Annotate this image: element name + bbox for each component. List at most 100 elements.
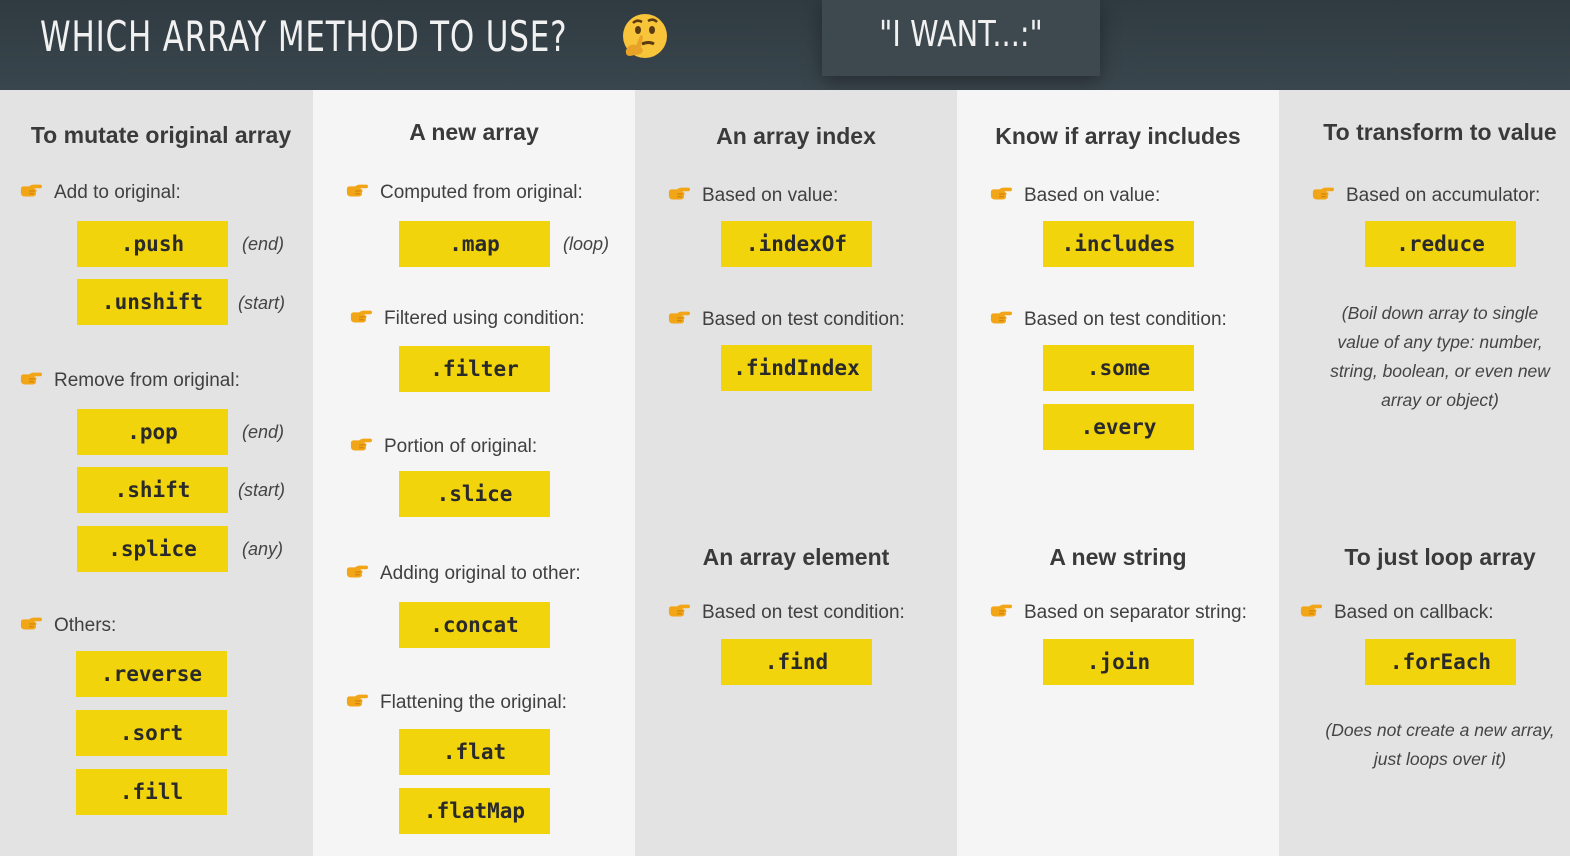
bullet-item: Add to original: [54, 182, 181, 204]
bullet-label: Based on value: [1024, 185, 1161, 206]
pointing-hand-icon [20, 616, 42, 632]
bullet-item: Filtered using condition: [384, 308, 585, 330]
method-filter: .filter [399, 346, 550, 392]
bullet-label: Based on value: [702, 185, 839, 206]
bullet-label: Add to original: [54, 182, 181, 203]
bullet-item: Adding original to other: [380, 563, 581, 585]
column-heading: A new array [409, 119, 539, 145]
bullet-label: Flattening the original: [380, 692, 567, 713]
bullet-label: Adding original to other: [380, 563, 581, 584]
description-line: array or object) [1381, 390, 1499, 410]
page-title: WHICH ARRAY METHOD TO USE? [40, 12, 568, 61]
method-join: .join [1043, 639, 1194, 685]
method-note: (end) [242, 234, 285, 254]
bullet-item: Based on test condition: [1024, 309, 1227, 331]
column-mutate: To mutate original array Add to original… [0, 90, 322, 856]
method-reverse: .reverse [76, 651, 227, 697]
header-bar: WHICH ARRAY METHOD TO USE? "I WANT...:" [0, 0, 1570, 90]
description-line: value of any type: number, [1337, 332, 1543, 352]
bullet-item: Based on value: [702, 185, 838, 207]
method-pop: .pop [77, 409, 228, 455]
method-note: (end) [242, 422, 285, 442]
pointing-hand-icon [990, 186, 1012, 202]
column-transform: To transform to value Based on accumulat… [1279, 90, 1570, 856]
reduce-description: (Boil down array to single value of any … [1279, 299, 1570, 415]
pointing-hand-icon [20, 183, 42, 199]
method-includes: .includes [1043, 221, 1194, 267]
bullet-item: Remove from original: [54, 370, 240, 392]
method-unshift: .unshift [77, 279, 228, 325]
method-indexof: .indexOf [721, 221, 872, 267]
bullet-label: Filtered using condition: [384, 308, 585, 329]
method-find: .find [721, 639, 872, 685]
column-heading: An array index [716, 123, 876, 149]
description-line: just loops over it) [1373, 749, 1507, 769]
column-includes: Know if array includes Based on value: .… [957, 90, 1279, 856]
pointing-hand-icon [346, 183, 368, 199]
pointing-hand-icon [20, 371, 42, 387]
bullet-item: Based on accumulator: [1346, 185, 1540, 207]
bullet-label: Based on separator string: [1024, 602, 1247, 623]
method-reduce: .reduce [1365, 221, 1516, 267]
description-line: (Does not create a new array, [1325, 720, 1555, 740]
bullet-item: Based on test condition: [702, 602, 905, 624]
pointing-hand-icon [990, 310, 1012, 326]
pointing-hand-icon [990, 603, 1012, 619]
foreach-description: (Does not create a new array, just loops… [1279, 716, 1570, 774]
method-fill: .fill [76, 769, 227, 815]
method-foreach: .forEach [1365, 639, 1516, 685]
method-map: .map [399, 221, 550, 267]
method-splice: .splice [77, 526, 228, 572]
method-sort: .sort [76, 710, 227, 756]
pointing-hand-icon [1300, 603, 1322, 619]
bullet-label: Based on test condition: [702, 602, 905, 623]
method-push: .push [77, 221, 228, 267]
column-heading: To just loop array [1344, 544, 1536, 570]
column-heading: To mutate original array [30, 122, 292, 148]
pointing-hand-icon [668, 603, 690, 619]
column-heading: Know if array includes [995, 123, 1241, 149]
column-heading: To transform to value [1323, 119, 1557, 145]
pointing-hand-icon [346, 564, 368, 580]
pointing-hand-icon [346, 693, 368, 709]
bullet-item: Portion of original: [384, 436, 537, 458]
method-note: (start) [238, 480, 285, 500]
method-every: .every [1043, 404, 1194, 450]
pointing-hand-icon [668, 310, 690, 326]
method-some: .some [1043, 345, 1194, 391]
bullet-item: Based on separator string: [1024, 602, 1247, 624]
bullet-item: Computed from original: [380, 182, 583, 204]
bullet-label: Based on test condition: [1024, 309, 1227, 330]
method-findindex: .findIndex [721, 345, 872, 391]
bullet-item: Based on value: [1024, 185, 1160, 207]
column-index: An array index Based on value: .indexOf … [635, 90, 957, 856]
pointing-hand-icon [668, 186, 690, 202]
bullet-label: Based on test condition: [702, 309, 905, 330]
method-note: (loop) [563, 234, 610, 254]
bullet-item: Flattening the original: [380, 692, 567, 714]
pointing-hand-icon [350, 309, 372, 325]
method-flatmap: .flatMap [399, 788, 550, 834]
i-want-banner: "I WANT...:" [822, 0, 1100, 76]
bullet-item: Based on callback: [1334, 602, 1494, 624]
method-concat: .concat [399, 602, 550, 648]
method-note: (start) [238, 293, 285, 313]
column-heading: An array element [702, 544, 890, 570]
method-shift: .shift [77, 467, 228, 513]
bullet-label: Based on accumulator: [1346, 185, 1541, 206]
column-new-array: A new array Computed from original: .map… [313, 90, 635, 856]
bullet-label: Others: [54, 615, 117, 636]
bullet-label: Computed from original: [380, 182, 583, 203]
method-note: (any) [242, 539, 284, 559]
method-flat: .flat [399, 729, 550, 775]
bullet-label: Portion of original: [384, 436, 538, 457]
bullet-label: Remove from original: [54, 370, 240, 391]
thinking-face-icon [623, 14, 667, 58]
bullet-item: Others: [54, 615, 116, 637]
bullet-label: Based on callback: [1334, 602, 1494, 623]
pointing-hand-icon [350, 437, 372, 453]
bullet-item: Based on test condition: [702, 309, 905, 331]
pointing-hand-icon [1312, 186, 1334, 202]
i-want-label: "I WANT...:" [879, 14, 1043, 55]
column-heading: A new string [1049, 544, 1187, 570]
